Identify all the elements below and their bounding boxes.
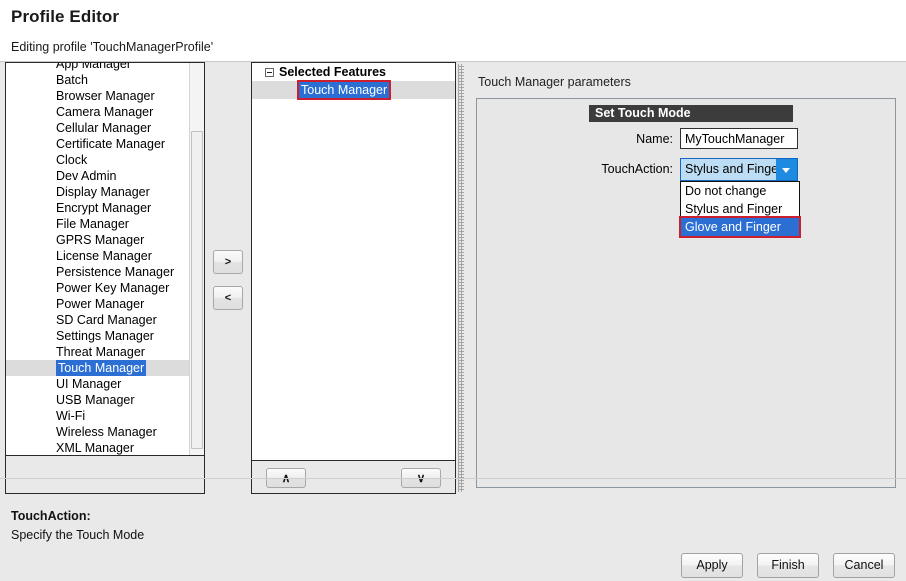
feature-list-item-label: Touch Manager — [56, 360, 146, 376]
selected-features-panel: Selected Features Touch Manager ∧ ∨ — [251, 62, 456, 494]
feature-list-item-label: Threat Manager — [56, 344, 145, 360]
feature-list-item[interactable]: Power Manager — [6, 296, 204, 312]
dialog-header: Profile Editor Editing profile 'TouchMan… — [0, 0, 906, 62]
touchaction-field-label: TouchAction: — [517, 162, 673, 176]
feature-list-item-label: Power Manager — [56, 296, 144, 312]
feature-list-item-label: Camera Manager — [56, 104, 153, 120]
scrollbar-thumb[interactable] — [191, 131, 203, 449]
finish-button[interactable]: Finish — [757, 553, 819, 578]
feature-list-item[interactable]: UI Manager — [6, 376, 204, 392]
feature-list-item[interactable]: License Manager — [6, 248, 204, 264]
feature-list-item[interactable]: Camera Manager — [6, 104, 204, 120]
parameters-title: Touch Manager parameters — [478, 75, 631, 89]
feature-list-item[interactable]: USB Manager — [6, 392, 204, 408]
available-features-list[interactable]: App ManagerBatchBrowser ManagerCamera Ma… — [6, 63, 204, 456]
parameters-panel: Touch Manager parameters Set Touch Mode … — [468, 62, 900, 494]
group-header-set-touch-mode: Set Touch Mode — [589, 105, 793, 122]
cancel-button[interactable]: Cancel — [833, 553, 895, 578]
dialog-body: App ManagerBatchBrowser ManagerCamera Ma… — [0, 62, 906, 581]
feature-list-item-label: XML Manager — [56, 440, 134, 456]
tree-item-label: Touch Manager — [299, 82, 389, 98]
feature-list-item[interactable]: Display Manager — [6, 184, 204, 200]
feature-list-item-label: License Manager — [56, 248, 152, 264]
tree-item-touch-manager[interactable]: Touch Manager — [252, 81, 455, 99]
feature-list-item[interactable]: Wi-Fi — [6, 408, 204, 424]
remove-feature-button[interactable]: < — [213, 286, 243, 310]
feature-list-item-label: Power Key Manager — [56, 280, 169, 296]
feature-list-item-label: App Manager — [56, 63, 131, 72]
dropdown-option-do-not-change[interactable]: Do not change — [681, 182, 799, 200]
feature-list-item-label: Certificate Manager — [56, 136, 165, 152]
touchaction-dropdown-list[interactable]: Do not change Stylus and Finger Glove an… — [680, 181, 800, 237]
available-features-scrollbar[interactable] — [189, 63, 204, 455]
feature-list-item-label: Wi-Fi — [56, 408, 85, 424]
feature-list-item[interactable]: Power Key Manager — [6, 280, 204, 296]
feature-list-item[interactable]: SD Card Manager — [6, 312, 204, 328]
tree-root-node[interactable]: Selected Features — [252, 63, 455, 81]
feature-list-item-label: Encrypt Manager — [56, 200, 151, 216]
selected-features-tree[interactable]: Selected Features Touch Manager — [252, 63, 455, 461]
apply-button[interactable]: Apply — [681, 553, 743, 578]
feature-list-item-label: Cellular Manager — [56, 120, 151, 136]
panel-splitter[interactable] — [458, 64, 464, 492]
feature-list-item[interactable]: Wireless Manager — [6, 424, 204, 440]
feature-list-item[interactable]: Touch Manager — [6, 360, 204, 376]
feature-list-item[interactable]: Cellular Manager — [6, 120, 204, 136]
feature-list-item-label: Batch — [56, 72, 88, 88]
name-input[interactable] — [680, 128, 798, 149]
feature-list-item-label: Persistence Manager — [56, 264, 174, 280]
available-features-panel: App ManagerBatchBrowser ManagerCamera Ma… — [5, 62, 205, 494]
feature-list-item[interactable]: Batch — [6, 72, 204, 88]
feature-list-item-label: Clock — [56, 152, 87, 168]
feature-list-item[interactable]: File Manager — [6, 216, 204, 232]
page-title: Profile Editor — [11, 7, 119, 27]
feature-list-item-label: GPRS Manager — [56, 232, 144, 248]
feature-list-item-label: UI Manager — [56, 376, 121, 392]
tree-root-label: Selected Features — [279, 65, 386, 79]
description-title: TouchAction: — [11, 509, 91, 523]
feature-list-item-label: Wireless Manager — [56, 424, 157, 440]
feature-list-item-label: SD Card Manager — [56, 312, 157, 328]
feature-list-item[interactable]: Threat Manager — [6, 344, 204, 360]
feature-list-item-label: File Manager — [56, 216, 129, 232]
footer-divider — [0, 478, 906, 479]
feature-list-item[interactable]: Browser Manager — [6, 88, 204, 104]
feature-list-item-label: Dev Admin — [56, 168, 116, 184]
feature-list-item[interactable]: Persistence Manager — [6, 264, 204, 280]
feature-list-item[interactable]: Clock — [6, 152, 204, 168]
feature-list-item-label: Browser Manager — [56, 88, 155, 104]
feature-list-item-label: Settings Manager — [56, 328, 154, 344]
touchaction-combobox[interactable]: Stylus and Finger — [680, 158, 798, 181]
feature-list-item[interactable]: App Manager — [6, 63, 204, 72]
dropdown-option-glove-and-finger[interactable]: Glove and Finger — [681, 218, 799, 236]
chevron-down-icon[interactable] — [776, 159, 797, 180]
feature-list-item-label: USB Manager — [56, 392, 135, 408]
feature-list-item-label: Display Manager — [56, 184, 150, 200]
feature-list-item[interactable]: XML Manager — [6, 440, 204, 456]
page-subtitle: Editing profile 'TouchManagerProfile' — [11, 40, 213, 54]
feature-list-item[interactable]: GPRS Manager — [6, 232, 204, 248]
feature-list-item[interactable]: Settings Manager — [6, 328, 204, 344]
name-field-label: Name: — [547, 132, 673, 146]
feature-list-item[interactable]: Certificate Manager — [6, 136, 204, 152]
feature-list-item[interactable]: Dev Admin — [6, 168, 204, 184]
feature-list-item[interactable]: Encrypt Manager — [6, 200, 204, 216]
touchaction-selected-value: Stylus and Finger — [681, 159, 776, 180]
add-feature-button[interactable]: > — [213, 250, 243, 274]
description-text: Specify the Touch Mode — [11, 528, 144, 542]
parameters-group-box: Set Touch Mode Name: TouchAction: Stylus… — [476, 98, 896, 488]
collapse-toggle-icon[interactable] — [265, 68, 274, 77]
dropdown-option-stylus-and-finger[interactable]: Stylus and Finger — [681, 200, 799, 218]
transfer-button-column: > < — [206, 62, 250, 494]
